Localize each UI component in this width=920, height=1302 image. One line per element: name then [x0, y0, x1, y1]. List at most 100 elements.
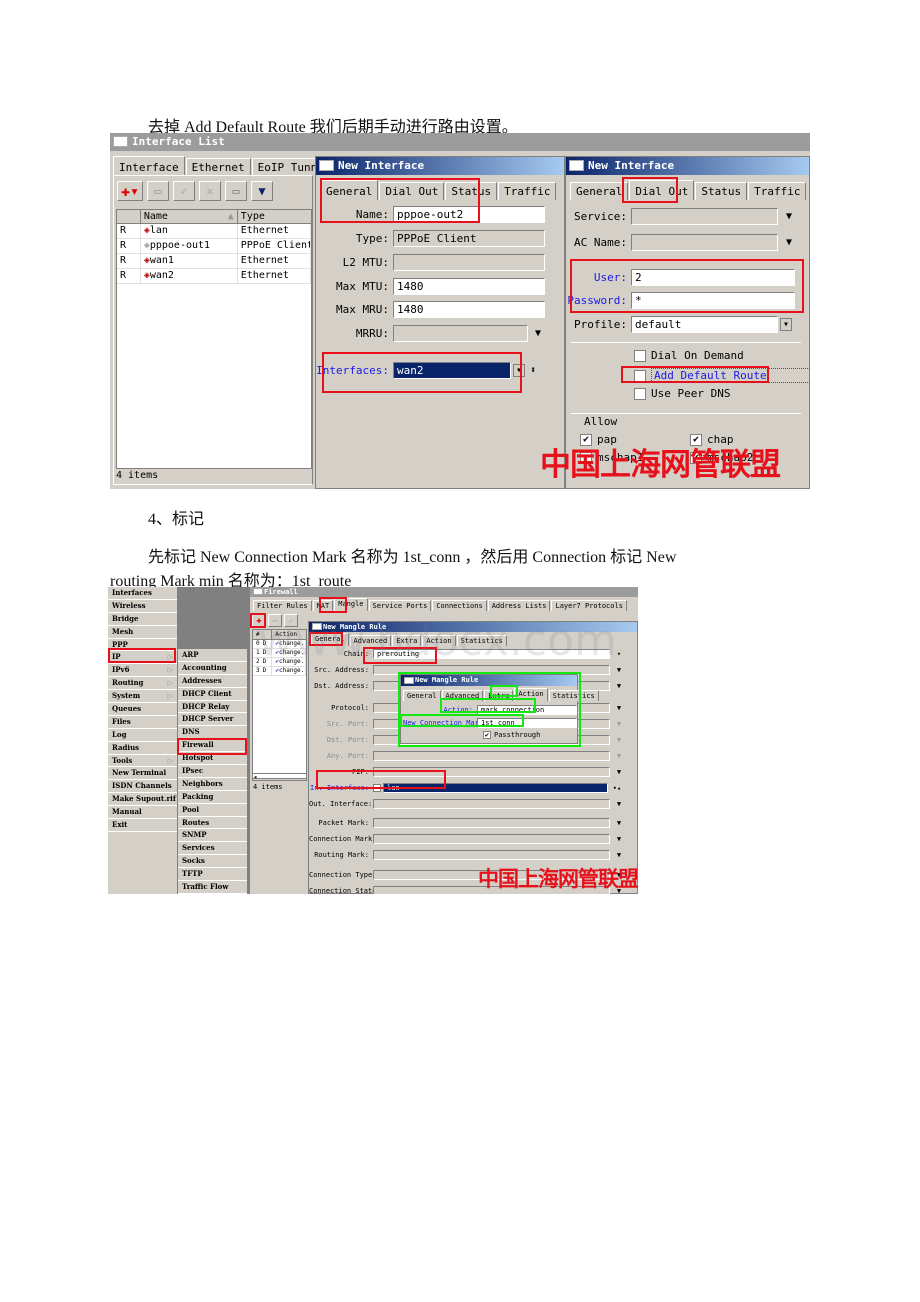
- dropdown-arrow-icon[interactable]: ▼: [613, 752, 625, 760]
- tab-general[interactable]: General: [403, 690, 441, 701]
- submenu-item-snmp[interactable]: SNMP: [178, 829, 247, 843]
- dropdown-arrow-icon[interactable]: ▾▴: [611, 784, 623, 792]
- menu-item-mesh[interactable]: Mesh: [108, 626, 177, 639]
- tab-statistics[interactable]: Statistics: [548, 690, 599, 701]
- tab-status[interactable]: Status: [445, 182, 498, 200]
- menu-item-ppp[interactable]: PPP: [108, 639, 177, 652]
- table-row[interactable]: R ◈lan Ethernet: [117, 224, 311, 239]
- submenu-item-routes[interactable]: Routes: [178, 817, 247, 830]
- menu-item-ipv6[interactable]: IPv6 ▷: [108, 664, 177, 678]
- passthrough-checkbox[interactable]: ✔: [483, 731, 491, 739]
- tab-traffic[interactable]: Traffic: [498, 182, 557, 200]
- interfaces-select[interactable]: wan2: [393, 362, 511, 379]
- invert-checkbox[interactable]: [373, 784, 381, 792]
- dropdown-arrow-icon[interactable]: ▼: [783, 237, 795, 248]
- col-type[interactable]: Type: [238, 210, 311, 223]
- submenu-item-services[interactable]: Services: [178, 842, 247, 856]
- submenu-item-tftp[interactable]: TFTP: [178, 868, 247, 882]
- filter-icon[interactable]: ▼: [251, 181, 273, 201]
- dropdown-arrow-icon[interactable]: ▼: [532, 328, 544, 339]
- menu-item-tools[interactable]: Tools ▷: [108, 755, 177, 768]
- menu-item-exit[interactable]: Exit: [108, 819, 177, 832]
- tab-connections[interactable]: Connections: [432, 600, 487, 611]
- dropdown-icon[interactable]: ▾: [780, 318, 792, 331]
- service-input[interactable]: [631, 208, 778, 225]
- remove-icon[interactable]: ▭: [147, 181, 169, 201]
- menu-item-ip[interactable]: IP ▷: [108, 651, 177, 665]
- mrru-input[interactable]: [393, 325, 528, 342]
- disable-icon[interactable]: ✕: [199, 181, 221, 201]
- dropdown-arrow-icon[interactable]: ▼: [613, 736, 625, 744]
- out-interface-input[interactable]: [373, 799, 610, 809]
- p2p-input[interactable]: [373, 767, 610, 777]
- menu-item-isdn-channels[interactable]: ISDN Channels: [108, 780, 177, 794]
- menu-item-queues[interactable]: Queues: [108, 703, 177, 716]
- dropdown-arrow-icon[interactable]: ▼: [613, 682, 625, 690]
- submenu-item-socks[interactable]: Socks: [178, 855, 247, 869]
- add-icon[interactable]: ✚▾: [117, 181, 143, 201]
- dropdown-arrow-icon[interactable]: ▼: [613, 819, 625, 827]
- tab-ethernet[interactable]: Ethernet: [185, 158, 251, 176]
- action-select[interactable]: mark connection: [477, 705, 577, 715]
- password-input[interactable]: *: [631, 292, 795, 309]
- dropdown-arrow-icon[interactable]: ▼: [613, 704, 625, 712]
- menu-item-system[interactable]: System ▷: [108, 690, 177, 704]
- submenu-item-hotspot[interactable]: Hotspot: [178, 752, 247, 766]
- menu-item-routing[interactable]: Routing ▷: [108, 677, 177, 691]
- tab-extra[interactable]: Extra: [484, 690, 514, 701]
- col-name[interactable]: Name ▲: [141, 210, 238, 223]
- tab-service-ports[interactable]: Service Ports: [368, 600, 432, 611]
- tab-mangle[interactable]: Mangle: [334, 598, 368, 611]
- menu-item-files[interactable]: Files: [108, 716, 177, 729]
- submenu-item-arp[interactable]: ARP: [178, 649, 247, 662]
- tab-address-lists[interactable]: Address Lists: [487, 600, 551, 611]
- tab-advanced[interactable]: Advanced: [441, 690, 484, 701]
- tab-general[interactable]: General: [570, 182, 629, 200]
- dropdown-arrow-icon[interactable]: ▼: [613, 800, 625, 808]
- menu-item-interfaces[interactable]: Interfaces: [108, 587, 177, 600]
- in-interface-input[interactable]: lan: [383, 783, 608, 793]
- tab-interface[interactable]: Interface: [113, 156, 185, 176]
- dropdown-arrow-icon[interactable]: ▼: [613, 851, 625, 859]
- ac-name-input[interactable]: [631, 234, 778, 251]
- tab-status[interactable]: Status: [695, 182, 748, 200]
- up-down-icon[interactable]: ⬍: [527, 365, 539, 376]
- dropdown-arrow-icon[interactable]: ▼: [783, 211, 795, 222]
- tab-action[interactable]: Action: [514, 688, 548, 701]
- dropdown-arrow-icon[interactable]: ▼: [613, 768, 625, 776]
- user-input[interactable]: 2: [631, 269, 795, 286]
- tab-filter-rules[interactable]: Filter Rules: [253, 600, 312, 611]
- table-row[interactable]: R ◈pppoe-out1 PPPoE Client: [117, 239, 311, 254]
- menu-item-bridge[interactable]: Bridge: [108, 613, 177, 626]
- menu-item-wireless[interactable]: Wireless: [108, 600, 177, 613]
- name-input[interactable]: pppoe-out2: [393, 206, 545, 223]
- enable-icon[interactable]: ✓: [173, 181, 195, 201]
- submenu-item-accounting[interactable]: Accounting: [178, 662, 247, 675]
- table-row[interactable]: R ◈wan1 Ethernet: [117, 254, 311, 269]
- profile-select[interactable]: default: [631, 316, 778, 333]
- menu-item-make-supout-rif[interactable]: Make Supout.rif: [108, 793, 177, 807]
- submenu-item-dns[interactable]: DNS: [178, 726, 247, 740]
- tab-nat[interactable]: NAT: [312, 600, 334, 611]
- dial-on-demand-checkbox[interactable]: [634, 349, 646, 362]
- tab-general[interactable]: General: [320, 180, 379, 200]
- menu-item-manual[interactable]: Manual: [108, 806, 177, 820]
- dropdown-arrow-icon[interactable]: ▼: [613, 666, 625, 674]
- table-row[interactable]: R ◈wan2 Ethernet: [117, 269, 311, 284]
- submenu-item-firewall[interactable]: Firewall: [178, 739, 247, 753]
- tab-dial-out[interactable]: Dial Out: [379, 182, 445, 200]
- table-row[interactable]: 3D✔change...: [253, 667, 306, 676]
- max-mtu-input[interactable]: 1480: [393, 278, 545, 295]
- horizontal-scrollbar[interactable]: ◂: [252, 773, 307, 781]
- menu-item-new-terminal[interactable]: New Terminal: [108, 767, 177, 781]
- max-mru-input[interactable]: 1480: [393, 301, 545, 318]
- submenu-item-traffic-flow[interactable]: Traffic Flow: [178, 881, 247, 894]
- submenu-item-pool[interactable]: Pool: [178, 804, 247, 817]
- any-port-input[interactable]: [373, 751, 610, 761]
- submenu-item-ipsec[interactable]: IPsec: [178, 765, 247, 778]
- dropdown-arrow-icon[interactable]: ▼: [613, 720, 625, 728]
- add-default-route-checkbox[interactable]: [634, 369, 646, 382]
- tab-layer7-protocols[interactable]: Layer7 Protocols: [551, 600, 627, 611]
- routing-mark-input[interactable]: [373, 850, 610, 860]
- use-peer-dns-checkbox[interactable]: [634, 387, 646, 400]
